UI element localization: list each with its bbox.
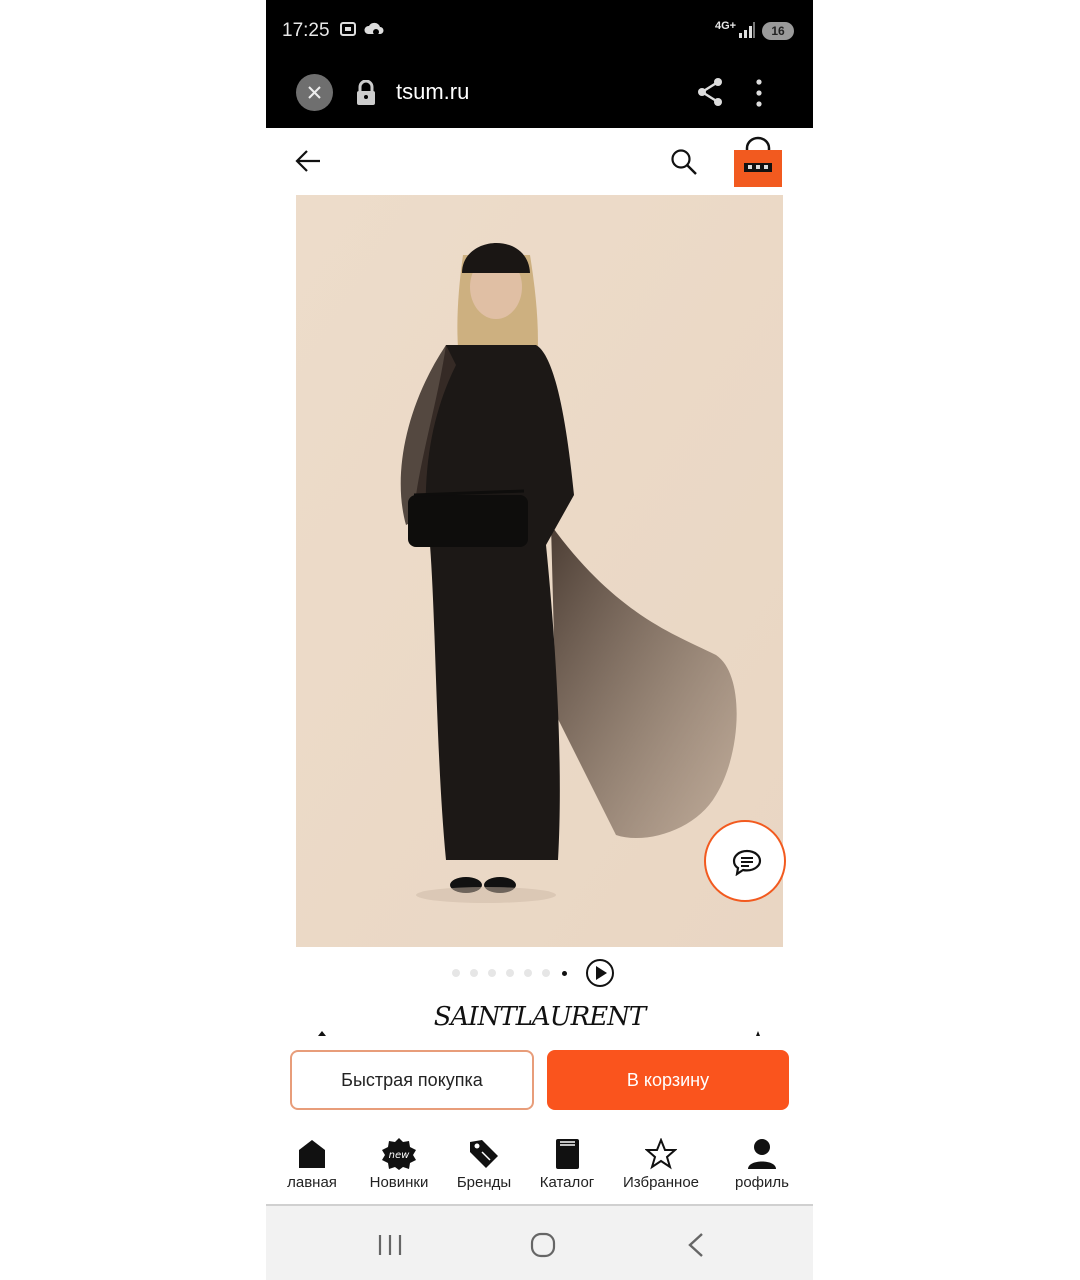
cart-bag-icon[interactable] [732, 136, 784, 188]
nav-label-catalog: Каталог [539, 1174, 595, 1191]
share-icon[interactable] [696, 77, 724, 107]
app-header [266, 128, 813, 194]
new-badge-icon: new [382, 1138, 416, 1170]
screenshot-icon [340, 22, 356, 36]
system-navigation-bar [266, 1206, 813, 1280]
network-type: 4G+ [715, 20, 737, 32]
carousel-dot[interactable] [542, 969, 550, 977]
nav-label-brands: Бренды [456, 1174, 512, 1191]
browser-toolbar: tsum.ru [266, 60, 813, 128]
chat-button[interactable] [704, 820, 786, 902]
home-button-icon[interactable] [530, 1232, 556, 1258]
profile-icon [748, 1139, 776, 1169]
scroll-indicator-right [756, 1031, 760, 1036]
star-icon [645, 1138, 677, 1170]
play-video-icon[interactable] [585, 958, 615, 988]
home-icon [299, 1140, 325, 1168]
nav-item-favorites[interactable]: Избранное [616, 1138, 706, 1191]
carousel-dot-active[interactable] [562, 970, 567, 976]
nav-label-new: Новинки [369, 1174, 429, 1191]
product-photo [296, 195, 783, 947]
recent-apps-icon[interactable] [377, 1233, 403, 1257]
bottom-navigation: лавная new Новинки Бренды Каталог Избран… [266, 1130, 813, 1204]
cloud-icon [364, 22, 384, 35]
close-icon [308, 86, 321, 99]
url-text[interactable]: tsum.ru [396, 79, 469, 105]
image-carousel-indicator [452, 958, 615, 988]
nav-item-home[interactable]: лавная [280, 1138, 344, 1191]
chat-icon [732, 849, 762, 876]
nav-label-favorites: Избранное [622, 1174, 700, 1191]
phone-screen: 17:25 4G+ 16 tsum.ru SAINTLAURENT Быстра… [266, 0, 813, 1280]
quick-buy-button[interactable]: Быстрая покупка [290, 1050, 534, 1110]
add-to-cart-button[interactable]: В корзину [547, 1050, 789, 1110]
nav-item-new[interactable]: new Новинки [362, 1138, 436, 1191]
nav-item-catalog[interactable]: Каталог [532, 1138, 602, 1191]
status-time: 17:25 [282, 20, 330, 41]
carousel-dot[interactable] [470, 969, 478, 977]
carousel-dot[interactable] [452, 969, 460, 977]
signal-icon [739, 22, 755, 38]
search-icon[interactable] [670, 148, 698, 176]
status-notification-icons [339, 20, 385, 38]
nav-label-profile: рофиль [735, 1174, 789, 1191]
nav-label-home: лавная [287, 1174, 337, 1191]
status-bar: 17:25 4G+ 16 [266, 0, 813, 60]
system-back-icon[interactable] [686, 1232, 706, 1258]
back-arrow-icon[interactable] [294, 148, 322, 174]
new-badge-text: new [389, 1150, 410, 1161]
tag-icon [470, 1140, 498, 1168]
nav-item-brands[interactable]: Бренды [452, 1138, 516, 1191]
close-tab-button[interactable] [296, 74, 333, 111]
scroll-indicator-left [318, 1031, 326, 1036]
carousel-dot[interactable] [488, 969, 496, 977]
nav-item-profile[interactable]: рофиль [722, 1138, 802, 1191]
carousel-dot[interactable] [524, 969, 532, 977]
product-image[interactable] [296, 195, 783, 947]
brand-logo[interactable]: SAINTLAURENT [266, 1002, 813, 1032]
more-options-icon[interactable] [755, 78, 763, 108]
book-icon [556, 1139, 579, 1169]
battery-level: 16 [762, 22, 794, 40]
carousel-dot[interactable] [506, 969, 514, 977]
lock-icon [357, 80, 375, 105]
